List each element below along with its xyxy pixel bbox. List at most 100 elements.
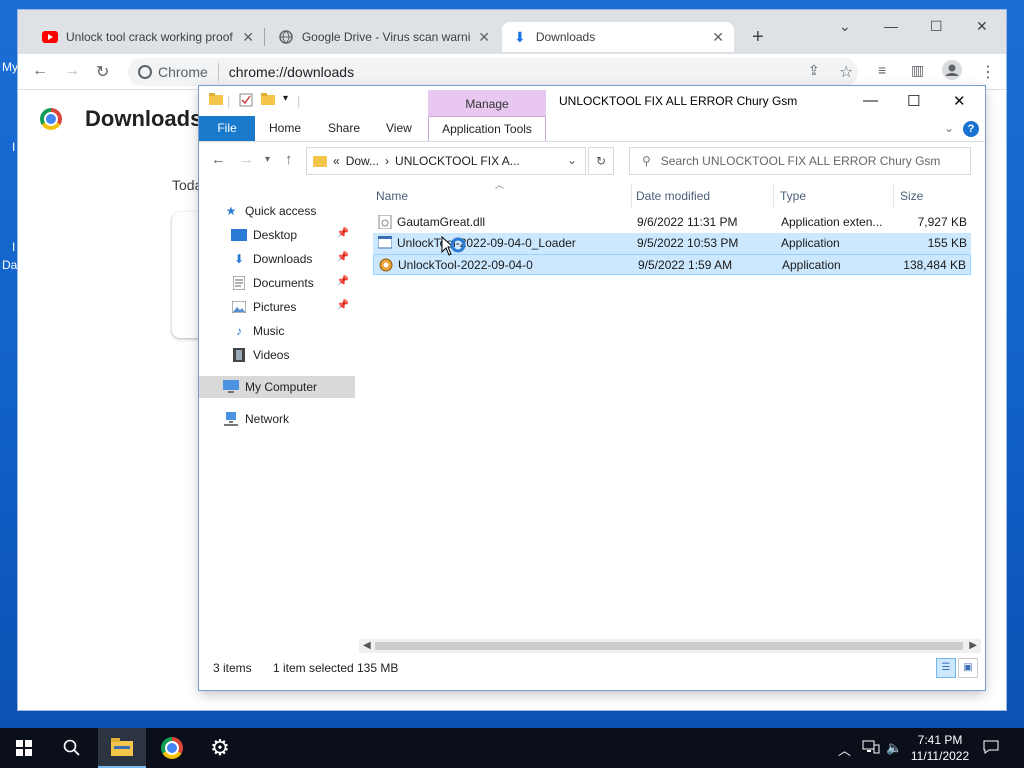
menu-icon[interactable]: ⋮ xyxy=(980,62,996,82)
address-box[interactable]: « Dow... › UNLOCKTOOL FIX A... ⌄ xyxy=(306,147,586,175)
file-size: 138,484 KB xyxy=(903,258,966,272)
close-button[interactable]: ✕ xyxy=(953,92,966,110)
close-button[interactable]: ✕ xyxy=(976,18,988,35)
omnibox[interactable]: Chrome chrome://downloads xyxy=(128,58,858,86)
settings-gear-icon[interactable]: ⚙ xyxy=(196,728,244,768)
help-icon[interactable]: ? xyxy=(963,121,979,137)
media-icon[interactable]: ≡ xyxy=(878,62,886,78)
chevron-down-icon[interactable]: ⌄ xyxy=(567,153,577,167)
new-folder-icon[interactable] xyxy=(261,93,275,108)
manage-tab[interactable]: Manage xyxy=(428,90,546,118)
chevron-up-icon[interactable]: ︿ xyxy=(838,740,851,759)
back-arrow-icon[interactable]: ← xyxy=(211,151,226,168)
close-icon[interactable]: ✕ xyxy=(242,29,254,46)
close-icon[interactable]: ✕ xyxy=(478,29,490,46)
search-icon[interactable] xyxy=(48,728,96,768)
file-name: UnlockTool-2022-09-04-0_Loader xyxy=(397,236,576,250)
pin-icon[interactable]: 📌 xyxy=(337,276,349,287)
column-header-size[interactable]: Size xyxy=(897,184,971,208)
chrome-tab-google-drive[interactable]: Google Drive - Virus scan warnin ✕ xyxy=(268,22,500,52)
profile-icon[interactable] xyxy=(942,60,962,85)
application-icon xyxy=(379,258,393,272)
start-button[interactable] xyxy=(0,728,48,768)
large-icons-view-icon[interactable]: ▣ xyxy=(958,658,978,678)
nav-pictures[interactable]: Pictures 📌 xyxy=(199,296,355,318)
mouse-cursor-icon xyxy=(441,235,467,261)
recent-locations-icon[interactable]: ▾ xyxy=(265,154,270,165)
column-divider[interactable] xyxy=(631,184,632,208)
nav-downloads[interactable]: ⬇ Downloads 📌 xyxy=(199,248,355,270)
file-type: Application xyxy=(781,236,840,250)
close-icon[interactable]: ✕ xyxy=(712,29,724,46)
scroll-left-icon[interactable]: ◀ xyxy=(363,639,371,653)
nav-quick-access[interactable]: ★ Quick access xyxy=(199,200,355,222)
chrome-tab-downloads[interactable]: ⬇ Downloads ✕ xyxy=(502,22,734,52)
pin-icon[interactable]: 📌 xyxy=(337,252,349,263)
nav-documents[interactable]: Documents 📌 xyxy=(199,272,355,294)
tab-label: Unlock tool crack working proof xyxy=(66,30,233,44)
column-header-date-modified[interactable]: Date modified xyxy=(633,184,773,208)
scroll-right-icon[interactable]: ▶ xyxy=(969,639,977,653)
nav-music[interactable]: ♪ Music xyxy=(199,320,355,342)
search-input[interactable]: ⚲ Search UNLOCKTOOL FIX ALL ERROR Chury … xyxy=(629,147,971,175)
maximize-button[interactable]: ☐ xyxy=(907,92,920,110)
chrome-toolbar: ← → ↻ Chrome chrome://downloads ⇪ ☆ ≡ ▥ … xyxy=(18,54,1006,90)
breadcrumb-downloads[interactable]: Dow... xyxy=(346,154,379,168)
horizontal-scrollbar[interactable]: ◀ ▶ xyxy=(359,639,981,653)
column-divider[interactable] xyxy=(773,184,774,208)
nav-label: Downloads xyxy=(253,252,313,266)
details-view-icon[interactable]: ☰ xyxy=(936,658,956,678)
tab-view[interactable]: View xyxy=(376,116,422,141)
chevron-down-icon[interactable]: ⌄ xyxy=(839,18,851,35)
volume-icon[interactable]: 🔈 xyxy=(886,740,902,756)
file-explorer-taskbar-icon[interactable] xyxy=(98,728,146,768)
nav-network[interactable]: Network xyxy=(199,408,355,430)
system-clock[interactable]: 7:41 PM 11/11/2022 xyxy=(904,732,976,764)
new-tab-button[interactable]: + xyxy=(752,26,764,49)
nav-my-computer[interactable]: My Computer xyxy=(199,376,355,398)
back-arrow-icon[interactable]: ← xyxy=(32,62,48,80)
chrome-logo-icon xyxy=(40,108,62,130)
maximize-button[interactable]: ☐ xyxy=(930,18,943,35)
pin-icon[interactable]: 📌 xyxy=(337,300,349,311)
chevron-down-icon[interactable]: ⌄ xyxy=(944,121,954,135)
breadcrumb-separator[interactable]: › xyxy=(385,154,389,168)
refresh-button[interactable]: ↻ xyxy=(588,147,614,175)
youtube-icon xyxy=(42,29,58,45)
network-icon[interactable] xyxy=(862,740,880,757)
breadcrumb-overflow[interactable]: « xyxy=(333,154,340,168)
tab-home[interactable]: Home xyxy=(259,116,311,141)
address-bar-row: ← → ▾ ↑ « Dow... › UNLOCKTOOL FIX A... ⌄… xyxy=(199,146,985,176)
star-icon[interactable]: ☆ xyxy=(839,62,853,82)
properties-icon[interactable] xyxy=(239,93,253,110)
forward-arrow-icon[interactable]: → xyxy=(239,151,254,168)
reload-icon[interactable]: ↻ xyxy=(96,62,109,82)
tab-file[interactable]: File xyxy=(199,116,255,141)
column-header-name[interactable]: Name xyxy=(373,184,631,208)
nav-desktop[interactable]: Desktop 📌 xyxy=(199,224,355,246)
separator: | xyxy=(297,93,301,108)
nav-videos[interactable]: Videos xyxy=(199,344,355,366)
customize-toolbar-icon[interactable]: ▾ xyxy=(283,93,288,104)
forward-arrow-icon[interactable]: → xyxy=(64,62,80,80)
scrollbar-thumb[interactable] xyxy=(375,642,963,650)
tab-share[interactable]: Share xyxy=(318,116,370,141)
chrome-taskbar-icon[interactable] xyxy=(148,728,196,768)
search-icon: ⚲ xyxy=(642,154,651,168)
tab-application-tools[interactable]: Application Tools xyxy=(428,116,546,141)
column-header-type[interactable]: Type xyxy=(777,184,893,208)
pin-icon[interactable]: 📌 xyxy=(337,228,349,239)
minimize-button[interactable]: — xyxy=(863,92,878,109)
notifications-icon[interactable] xyxy=(983,740,999,757)
up-arrow-icon[interactable]: ↑ xyxy=(285,151,293,168)
minimize-button[interactable]: — xyxy=(884,18,898,34)
share-icon[interactable]: ⇪ xyxy=(808,62,820,79)
side-panel-icon[interactable]: ▥ xyxy=(911,62,924,79)
breadcrumb-current-folder[interactable]: UNLOCKTOOL FIX A... xyxy=(395,154,520,168)
column-divider[interactable] xyxy=(893,184,894,208)
nav-label: Pictures xyxy=(253,300,297,314)
tab-label: Google Drive - Virus scan warnin xyxy=(301,30,471,44)
nav-label: Desktop xyxy=(253,228,298,242)
file-row[interactable]: GautamGreat.dll 9/6/2022 11:31 PM Applic… xyxy=(373,212,971,233)
chrome-tab-youtube[interactable]: Unlock tool crack working proof ✕ xyxy=(32,22,264,52)
